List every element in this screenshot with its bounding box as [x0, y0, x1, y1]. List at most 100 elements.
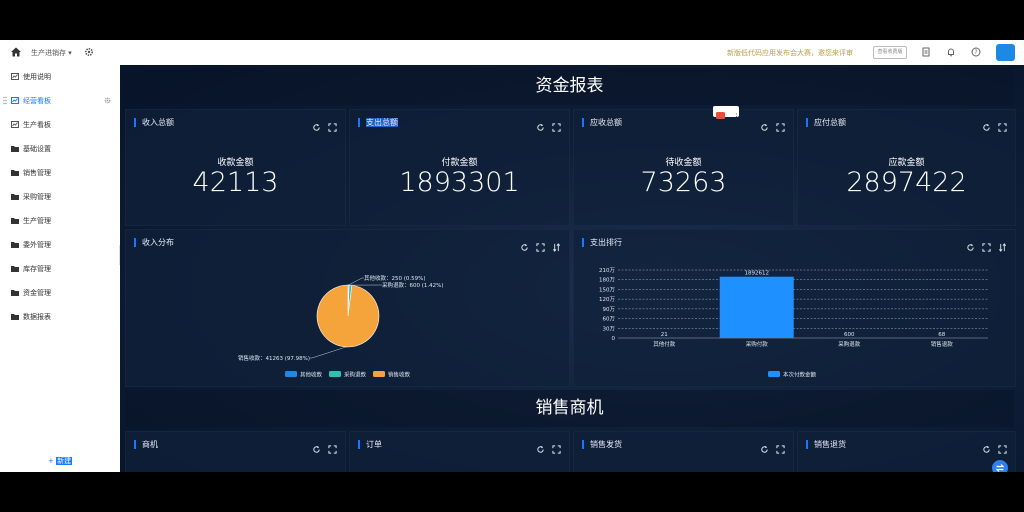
- x-tick-label: 采购付款: [746, 340, 769, 348]
- panel-title: 支出总额: [358, 118, 398, 127]
- gear-icon[interactable]: [84, 47, 94, 57]
- y-tick-label: 180万: [599, 277, 615, 284]
- x-tick-label: 其他付款: [653, 340, 676, 348]
- chart-icon: [11, 121, 19, 128]
- pie-data-label: 采购退款：600 (1.42%): [382, 281, 444, 289]
- plus-icon: +: [48, 457, 54, 465]
- floating-widget[interactable]: ⋮: [713, 106, 740, 121]
- plan-button[interactable]: 查看收费版: [873, 46, 907, 59]
- fullscreen-icon[interactable]: [552, 123, 561, 132]
- y-tick-label: 30万: [603, 325, 616, 332]
- kpi-value: 42113: [192, 167, 279, 198]
- project-label: 生产进销存: [31, 49, 66, 57]
- fullscreen-icon[interactable]: [998, 445, 1007, 454]
- panel-title: 商机: [134, 440, 158, 449]
- legend-swatch: [768, 371, 780, 377]
- sidebar-item-label: 数据报表: [23, 313, 51, 321]
- panel-tools: [529, 117, 561, 132]
- panel-tools: [305, 117, 337, 132]
- legend-label: 本次付款金额: [783, 371, 817, 379]
- avatar[interactable]: [996, 44, 1015, 61]
- kpi-value: 1893301: [399, 167, 520, 198]
- fullscreen-icon[interactable]: [552, 445, 561, 454]
- gear-icon[interactable]: [104, 97, 111, 104]
- bar-data-label: 1892612: [745, 271, 770, 277]
- y-tick-label: 0: [612, 336, 616, 342]
- sidebar-item-production[interactable]: 生产管理: [0, 213, 120, 229]
- sales-panel-shipment: 销售发货: [573, 431, 794, 472]
- new-button[interactable]: + 新建: [48, 456, 73, 466]
- sidebar-item-label: 采购管理: [23, 193, 51, 201]
- x-tick-label: 销售退款: [931, 340, 954, 348]
- panel-title: 应付总额: [806, 118, 846, 127]
- floating-action-button[interactable]: [992, 460, 1008, 472]
- project-selector[interactable]: 生产进销存 ▾: [31, 48, 72, 58]
- help-icon[interactable]: ?: [971, 47, 981, 57]
- sales-panel-return: 销售退货: [797, 431, 1016, 472]
- bar-data-label: 21: [661, 332, 668, 338]
- panel-title: 销售退货: [806, 440, 846, 449]
- new-label: 新建: [56, 457, 73, 465]
- panel-title: 销售发货: [582, 440, 622, 449]
- refresh-icon[interactable]: [536, 123, 545, 132]
- y-tick-label: 120万: [599, 296, 615, 303]
- folder-icon: [11, 266, 19, 272]
- refresh-icon[interactable]: [312, 123, 321, 132]
- home-icon[interactable]: [10, 46, 22, 58]
- sidebar-item-inventory[interactable]: 库存管理: [0, 261, 120, 277]
- legend-swatch: [329, 371, 341, 377]
- folder-icon: [11, 290, 19, 296]
- panel-title: 收入总额: [134, 118, 174, 127]
- refresh-icon[interactable]: [536, 445, 545, 454]
- bar: [719, 276, 794, 338]
- folder-icon: [11, 146, 19, 152]
- swap-icon: [995, 464, 1005, 472]
- sidebar-item-label: 生产管理: [23, 217, 51, 225]
- fullscreen-icon[interactable]: [998, 123, 1007, 132]
- fullscreen-icon[interactable]: [776, 445, 785, 454]
- notice-link[interactable]: 新版低代码应用发布会大赛，邀您来评审: [727, 48, 853, 58]
- panel-title: 应收总额: [582, 118, 622, 127]
- sidebar-item-basic-settings[interactable]: 基础设置: [0, 141, 120, 157]
- panel-title: 订单: [358, 440, 382, 449]
- svg-text:?: ?: [974, 49, 977, 56]
- sidebar-item-production-board[interactable]: 生产看板: [0, 117, 120, 133]
- panel-title-text: 支出总额: [366, 118, 398, 127]
- legend-swatch: [373, 371, 385, 377]
- refresh-icon[interactable]: [312, 445, 321, 454]
- refresh-icon[interactable]: [982, 123, 991, 132]
- kpi-panel-income: 收入总额 收款金额 42113: [125, 109, 346, 226]
- kpi-value: 2897422: [846, 167, 967, 198]
- folder-icon: [11, 170, 19, 176]
- chart-icon: [11, 97, 19, 104]
- bar-data-label: 600: [844, 332, 855, 338]
- bar-data-label: 68: [938, 332, 945, 338]
- sidebar-item-business-board[interactable]: 经营看板: [0, 93, 120, 109]
- fullscreen-icon[interactable]: [328, 445, 337, 454]
- sidebar-item-usage[interactable]: 使用说明: [0, 69, 120, 85]
- sidebar-item-label: 使用说明: [23, 73, 51, 81]
- fullscreen-icon[interactable]: [776, 123, 785, 132]
- caret-down-icon: ▾: [68, 49, 72, 57]
- fullscreen-icon[interactable]: [328, 123, 337, 132]
- sidebar-item-funds[interactable]: 资金管理: [0, 285, 120, 301]
- drag-handle-icon[interactable]: [3, 96, 7, 105]
- sidebar-item-label: 基础设置: [23, 145, 51, 153]
- document-icon[interactable]: [921, 47, 931, 57]
- sidebar-item-reports[interactable]: 数据报表: [0, 309, 120, 325]
- sales-panel-opportunity: 商机: [125, 431, 346, 472]
- sidebar-item-label: 经营看板: [23, 97, 51, 105]
- sidebar-item-outsourcing[interactable]: 委外管理: [0, 237, 120, 253]
- expense-bar-panel: 支出排行 0 30万 60万 90万 120万 150万 180万 210万 21 其他付款 189…: [573, 229, 1016, 387]
- y-tick-label: 90万: [603, 306, 616, 313]
- folder-icon: [11, 242, 19, 248]
- refresh-icon[interactable]: [760, 445, 769, 454]
- sidebar-item-purchase[interactable]: 采购管理: [0, 189, 120, 205]
- sidebar-item-sales[interactable]: 销售管理: [0, 165, 120, 181]
- refresh-icon[interactable]: [982, 445, 991, 454]
- income-pie-chart: 其他收款：250 (0.59%)采购退款：600 (1.42%) 销售收款：412…: [238, 274, 444, 379]
- panel-tools: [753, 439, 785, 454]
- refresh-icon[interactable]: [760, 123, 769, 132]
- folder-icon: [11, 194, 19, 200]
- bell-icon[interactable]: [946, 47, 956, 57]
